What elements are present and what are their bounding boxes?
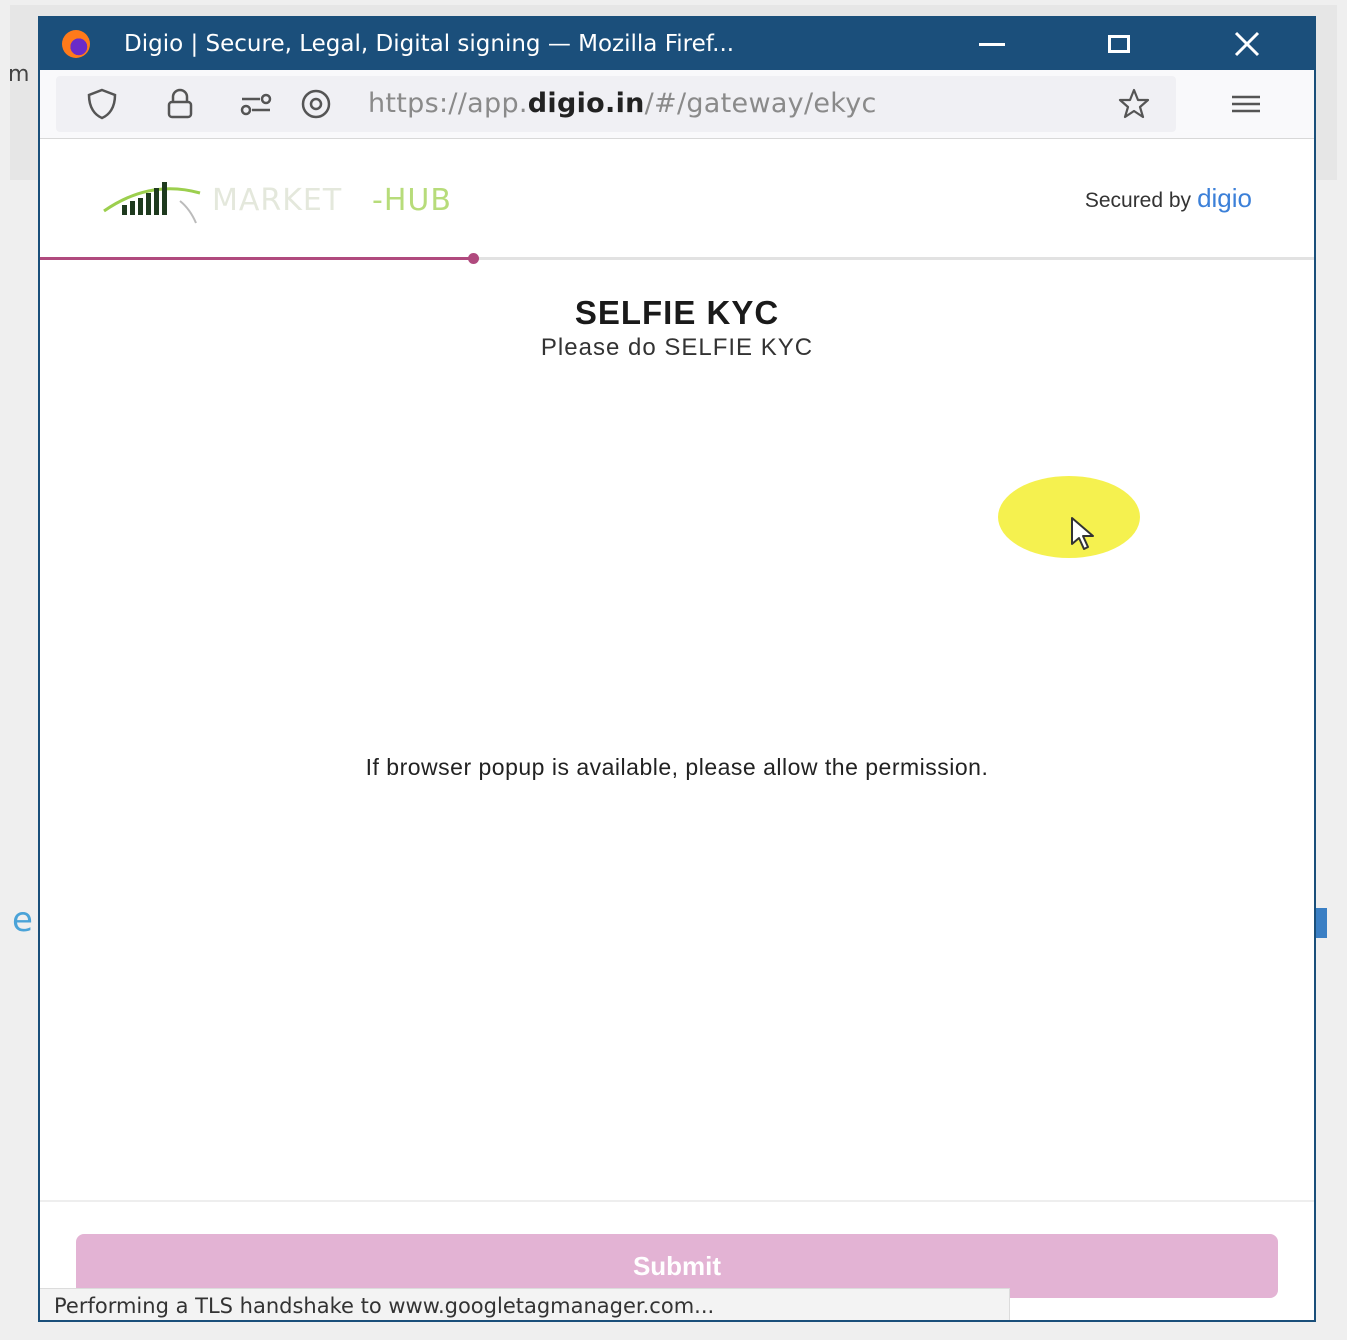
progress-marker <box>468 253 479 264</box>
background-text-fragment: m <box>8 62 30 87</box>
secured-by-label: Secured by digio <box>1085 183 1252 214</box>
star-icon[interactable] <box>1116 86 1152 122</box>
close-icon <box>1234 31 1260 57</box>
progress-fill <box>40 257 473 260</box>
background-text-fragment: e <box>12 900 33 940</box>
company-logo: MARKET -HUB <box>100 171 500 227</box>
url-text[interactable]: https://app.digio.in/#/gateway/ekyc <box>368 88 877 119</box>
permissions-icon[interactable] <box>238 86 274 122</box>
maximize-icon <box>1108 35 1130 53</box>
close-button[interactable] <box>1215 18 1279 70</box>
reader-view-icon[interactable] <box>298 86 334 122</box>
permission-message: If browser popup is available, please al… <box>365 754 989 780</box>
kyc-progress-bar <box>40 253 1314 264</box>
secured-text: Secured by <box>1084 189 1192 212</box>
minimize-button[interactable] <box>960 18 1024 70</box>
logo-wordmark-hub: -HUB <box>372 183 452 218</box>
background-element-fragment <box>1315 908 1327 938</box>
mouse-cursor-icon <box>1071 517 1094 550</box>
shield-icon[interactable] <box>84 86 120 122</box>
address-bar: https://app.digio.in/#/gateway/ekyc <box>40 70 1314 139</box>
logo-wordmark-faded: MARKET <box>212 183 343 218</box>
minimize-icon <box>979 42 1005 46</box>
page-header: MARKET -HUB Secured by digio <box>40 139 1314 255</box>
page-title: SELFIE KYC <box>574 294 780 331</box>
browser-popup-window: Digio | Secure, Legal, Digital signing —… <box>38 16 1316 1322</box>
lock-icon[interactable] <box>162 86 198 122</box>
hamburger-menu-icon[interactable] <box>1228 86 1264 122</box>
footer-divider <box>40 1200 1314 1202</box>
maximize-button[interactable] <box>1087 18 1151 70</box>
firefox-logo-icon <box>62 30 90 58</box>
page-subtitle: Please do SELFIE KYC <box>540 334 814 361</box>
logo-mark-icon <box>103 182 201 224</box>
digio-brand: digio <box>1197 183 1252 213</box>
browser-status-bar: Performing a TLS handshake to www.google… <box>40 1288 1010 1320</box>
window-titlebar[interactable]: Digio | Secure, Legal, Digital signing —… <box>40 18 1314 70</box>
window-title: Digio | Secure, Legal, Digital signing —… <box>124 31 735 57</box>
